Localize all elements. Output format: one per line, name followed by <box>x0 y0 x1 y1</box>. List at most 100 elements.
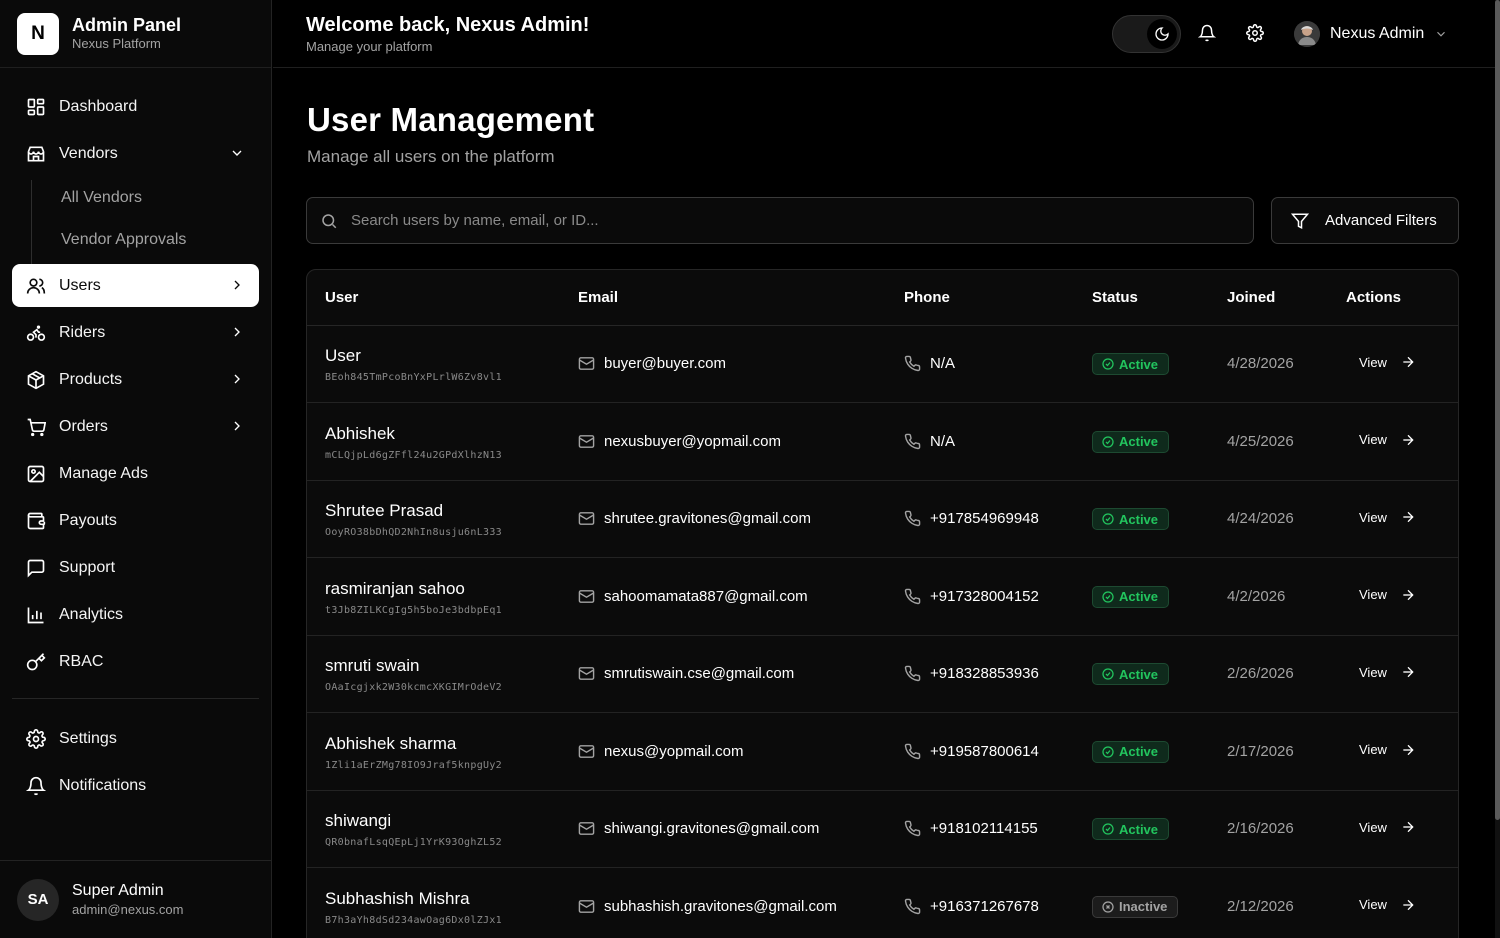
sidebar-item-settings[interactable]: Settings <box>12 717 259 760</box>
phone-icon <box>904 665 921 682</box>
check-circle-icon <box>1102 745 1114 758</box>
user-menu[interactable]: Nexus Admin <box>1294 19 1448 49</box>
sidebar-item-riders[interactable]: Riders <box>12 311 259 354</box>
mail-icon <box>578 433 595 450</box>
user-name: Subhashish Mishra <box>325 888 470 908</box>
chevron-right-icon <box>229 277 245 293</box>
phone-cell: +917328004152 <box>904 588 1039 605</box>
mail-icon <box>578 820 595 837</box>
arrow-right-icon <box>1400 819 1416 835</box>
column-header-actions: Actions <box>1346 289 1402 306</box>
arrow-right-icon <box>1400 587 1416 603</box>
sidebar-item-rbac[interactable]: RBAC <box>12 640 259 683</box>
sidebar-profile[interactable]: SA Super Admin admin@nexus.com <box>0 860 272 938</box>
phone-icon <box>904 355 921 372</box>
bell-icon[interactable] <box>1198 24 1218 44</box>
scrollbar[interactable] <box>1495 0 1500 938</box>
sidebar-subitem-vendor-approvals[interactable]: Vendor Approvals <box>61 231 186 249</box>
user-phone: +919587800614 <box>930 742 1039 760</box>
view-label: View <box>1359 664 1387 680</box>
check-circle-icon <box>1102 590 1114 603</box>
phone-icon <box>904 433 921 450</box>
mail-icon <box>578 665 595 682</box>
message-square-icon <box>25 557 47 579</box>
table-row[interactable]: User BEoh845TmPcoBnYxPLrlW6Zv8vl1 buyer@… <box>307 326 1458 403</box>
table-row[interactable]: Abhishek mCLQjpLd6gZFfl24u2GPdXlhzN13 ne… <box>307 404 1458 481</box>
phone-icon <box>904 743 921 760</box>
table-row[interactable]: rasmiranjan sahoo t3Jb8ZILKCgIg5h5boJe3b… <box>307 559 1458 636</box>
search-box[interactable] <box>306 197 1254 244</box>
gear-icon[interactable] <box>1246 24 1266 44</box>
top-header: Welcome back, Nexus Admin! Manage your p… <box>273 0 1495 68</box>
brand-subtitle: Nexus Platform <box>72 36 161 51</box>
table-row[interactable]: smruti swain OAaIcgjxk2W30kcmcXKGIMrOdeV… <box>307 636 1458 713</box>
status-text: Active <box>1119 589 1159 604</box>
status-badge: Active <box>1092 663 1170 685</box>
status-badge: Active <box>1092 508 1170 530</box>
view-button[interactable]: View <box>1359 509 1416 525</box>
view-button[interactable]: View <box>1359 664 1416 680</box>
table-row[interactable]: Subhashish Mishra B7h3aYh8dSd234awOag6Dx… <box>307 869 1458 938</box>
sidebar-item-manage-ads[interactable]: Manage Ads <box>12 452 259 495</box>
advanced-filters-button[interactable]: Advanced Filters <box>1271 197 1459 244</box>
phone-icon <box>904 510 921 527</box>
user-id: QR0bnafLsqQEpLj1YrK93OghZL52 <box>325 837 502 848</box>
phone-cell: N/A <box>904 433 955 450</box>
scrollbar-thumb[interactable] <box>1495 0 1500 820</box>
avatar <box>1294 21 1320 47</box>
table-row[interactable]: shiwangi QR0bnafLsqQEpLj1YrK93OghZL52 sh… <box>307 791 1458 868</box>
user-phone: +917854969948 <box>930 510 1039 527</box>
sidebar-item-products[interactable]: Products <box>12 358 259 401</box>
joined-date: 2/16/2026 <box>1227 820 1294 837</box>
sidebar-item-label: Payouts <box>59 511 117 529</box>
view-button[interactable]: View <box>1359 432 1416 448</box>
user-id: t3Jb8ZILKCgIg5h5boJe3bdbpEq1 <box>325 604 502 616</box>
joined-date: 4/2/2026 <box>1227 587 1286 605</box>
sidebar-subitem-all-vendors[interactable]: All Vendors <box>61 189 142 207</box>
chevron-right-icon <box>229 418 245 434</box>
view-button[interactable]: View <box>1359 354 1416 370</box>
mail-icon <box>578 743 595 760</box>
view-button[interactable]: View <box>1359 897 1416 913</box>
user-phone: +917328004152 <box>930 587 1039 605</box>
sidebar-item-payouts[interactable]: Payouts <box>12 499 259 542</box>
view-label: View <box>1359 742 1387 757</box>
status-text: Active <box>1119 511 1159 527</box>
view-label: View <box>1359 819 1387 835</box>
status-text: Active <box>1119 356 1159 372</box>
sidebar-item-vendors[interactable]: Vendors <box>12 132 259 175</box>
sidebar-item-analytics[interactable]: Analytics <box>12 593 259 636</box>
phone-cell: N/A <box>904 355 955 372</box>
sidebar-item-notifications[interactable]: Notifications <box>12 764 259 807</box>
user-email: smrutiswain.cse@gmail.com <box>604 665 795 682</box>
avatar: SA <box>17 878 59 921</box>
joined-date: 4/28/2026 <box>1227 355 1294 372</box>
arrow-right-icon <box>1400 742 1416 758</box>
view-button[interactable]: View <box>1359 742 1416 758</box>
sidebar-item-support[interactable]: Support <box>12 546 259 589</box>
column-header-phone: Phone <box>904 289 950 306</box>
submenu-line <box>31 180 32 264</box>
search-input[interactable] <box>351 212 1201 229</box>
brand: N Admin Panel Nexus Platform <box>0 0 271 68</box>
view-button[interactable]: View <box>1359 587 1416 603</box>
sidebar-item-orders[interactable]: Orders <box>12 405 259 448</box>
user-phone: +918102114155 <box>930 820 1038 837</box>
email-cell: smrutiswain.cse@gmail.com <box>578 665 794 682</box>
user-email: nexus@yopmail.com <box>604 742 744 760</box>
chevron-right-icon <box>229 371 245 387</box>
image-icon <box>25 463 47 485</box>
view-button[interactable]: View <box>1359 819 1416 835</box>
phone-cell: +918328853936 <box>904 665 1039 682</box>
user-name: User <box>325 346 361 365</box>
table-row[interactable]: Shrutee Prasad OoyRO38bDhQD2NhIn8usju6nL… <box>307 481 1458 558</box>
sidebar-item-users[interactable]: Users <box>12 264 259 307</box>
sidebar-item-dashboard[interactable]: Dashboard <box>12 85 259 128</box>
welcome-title: Welcome back, Nexus Admin! <box>306 14 590 36</box>
theme-toggle[interactable] <box>1112 15 1181 53</box>
store-icon <box>25 143 47 165</box>
table-row[interactable]: Abhishek sharma 1Zli1aErZMg78IO9Jraf5knp… <box>307 714 1458 791</box>
user-name: Nexus Admin <box>1330 25 1425 42</box>
moon-icon <box>1147 19 1177 49</box>
column-header-email: Email <box>578 289 619 306</box>
